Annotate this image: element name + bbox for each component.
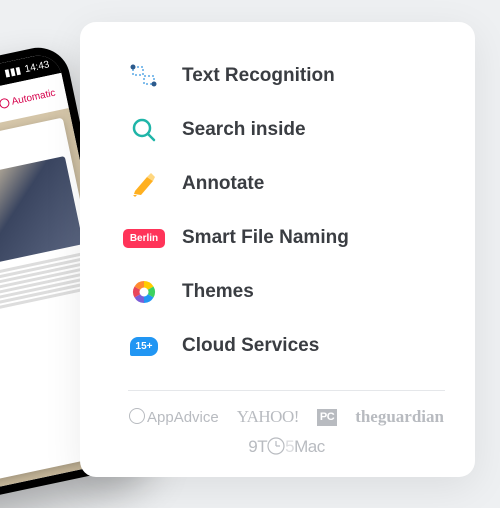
- feature-label: Search inside: [182, 119, 306, 141]
- text-recognition-icon: [128, 60, 160, 92]
- press-logos: AppAdvice YAHOO! PC theguardian 9T5Mac: [128, 405, 445, 457]
- feature-smart-file-naming[interactable]: Berlin Smart File Naming: [128, 222, 445, 254]
- divider: [128, 390, 445, 391]
- feature-search-inside[interactable]: Search inside: [128, 114, 445, 146]
- feature-label: Themes: [182, 281, 254, 303]
- guardian-logo: theguardian: [355, 407, 444, 427]
- highlighter-icon: [128, 168, 160, 200]
- status-time: 14:43: [24, 59, 51, 75]
- signal-icon: ▮▮▮: [4, 65, 22, 79]
- berlin-badge-icon: Berlin: [128, 222, 160, 254]
- pcmag-logo: PC: [317, 409, 337, 426]
- berlin-badge: Berlin: [123, 229, 165, 248]
- cloud-count-icon: 15+: [128, 330, 160, 362]
- feature-themes[interactable]: Themes: [128, 276, 445, 308]
- feature-label: Text Recognition: [182, 65, 335, 87]
- auto-toggle[interactable]: Automatic: [0, 87, 56, 110]
- feature-list: Text Recognition Search inside Annotate: [128, 60, 445, 376]
- feature-label: Smart File Naming: [182, 227, 349, 249]
- feature-card: Text Recognition Search inside Annotate: [80, 22, 475, 477]
- color-wheel-icon: [128, 276, 160, 308]
- 9to5mac-logo: 9T5Mac: [248, 437, 324, 457]
- yahoo-logo: YAHOO!: [237, 407, 299, 427]
- feature-text-recognition[interactable]: Text Recognition: [128, 60, 445, 92]
- appadvice-logo: AppAdvice: [129, 408, 219, 426]
- auto-label: Automatic: [11, 87, 57, 107]
- feature-cloud-services[interactable]: 15+ Cloud Services: [128, 330, 445, 362]
- feature-annotate[interactable]: Annotate: [128, 168, 445, 200]
- feature-label: Cloud Services: [182, 335, 319, 357]
- search-icon: [128, 114, 160, 146]
- count-badge: 15+: [130, 337, 159, 356]
- feature-label: Annotate: [182, 173, 264, 195]
